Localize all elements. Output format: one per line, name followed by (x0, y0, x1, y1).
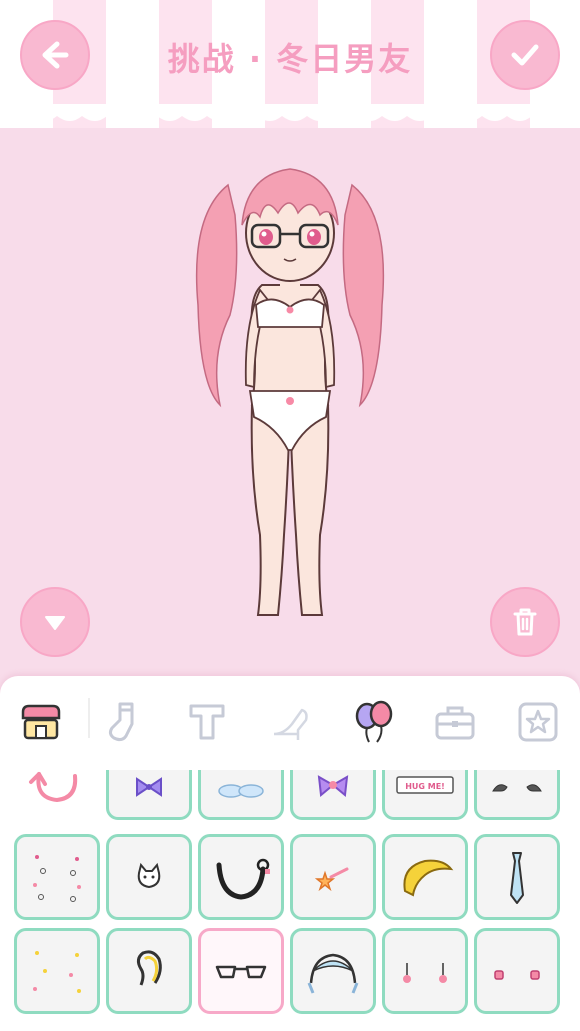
item-banana-clip[interactable] (382, 834, 468, 920)
item-choker[interactable] (198, 834, 284, 920)
item-bat-wings[interactable] (474, 770, 560, 820)
item-twin-hair[interactable] (106, 928, 192, 1014)
category-tabs (0, 676, 580, 768)
item-cat-pin[interactable] (106, 834, 192, 920)
item-sparkles[interactable] (14, 834, 100, 920)
tab-divider (88, 698, 90, 738)
heel-shoe-icon (273, 708, 308, 740)
item-hug-me-sign[interactable]: HUG ME! (382, 770, 468, 820)
checkmark-icon (511, 44, 539, 66)
purple-bow-icon (136, 777, 162, 797)
purple-ribbon-icon (317, 775, 349, 797)
sleeping-bears-icon (218, 784, 264, 798)
tab-shop[interactable] (0, 692, 83, 752)
item-sleeping-bears[interactable] (198, 770, 284, 820)
maid-headband-icon (307, 953, 359, 994)
arrow-left-icon (42, 41, 69, 69)
hug-me-text: HUG ME! (405, 782, 445, 791)
tab-favorites[interactable] (497, 692, 580, 752)
sparkles-icon (33, 855, 81, 902)
back-button[interactable] (20, 20, 90, 90)
pants-icon (189, 704, 225, 740)
confirm-button[interactable] (490, 20, 560, 90)
item-tie[interactable] (474, 834, 560, 920)
item-glasses[interactable] (198, 928, 284, 1014)
item-star-earrings[interactable] (382, 928, 468, 1014)
star-clip-icon (314, 867, 349, 892)
tab-bags[interactable] (414, 692, 497, 752)
twin-hair-icon (136, 950, 162, 986)
item-purple-ribbon[interactable] (290, 770, 376, 820)
tab-pants[interactable] (166, 692, 249, 752)
triangle-down-icon (45, 616, 65, 630)
trash-icon (513, 608, 537, 636)
undo-icon[interactable] (25, 770, 85, 810)
item-maid-headband[interactable] (290, 928, 376, 1014)
item-confetti[interactable] (14, 928, 100, 1014)
character-figure (195, 168, 385, 616)
collapse-button[interactable] (20, 587, 90, 657)
balloon-icon (355, 700, 392, 743)
tab-socks[interactable] (83, 692, 166, 752)
tab-shoes[interactable] (248, 692, 331, 752)
item-purple-bow[interactable] (106, 770, 192, 820)
shop-icon (22, 704, 61, 740)
cat-pin-icon (137, 862, 161, 889)
bag-icon (435, 706, 475, 740)
glasses-icon (215, 965, 267, 979)
confetti-icon (33, 951, 81, 993)
choker-icon (216, 858, 270, 900)
item-cherry-earrings[interactable] (474, 928, 560, 1014)
item-star-clip[interactable] (290, 834, 376, 920)
item-grid: HUG ME! (0, 770, 580, 1031)
cherry-earrings-icon (494, 970, 540, 980)
star-earrings-icon (403, 963, 447, 983)
sock-icon (109, 702, 134, 742)
bat-wings-icon (492, 784, 542, 792)
tie-icon (510, 852, 524, 904)
tab-accessories[interactable] (331, 692, 414, 752)
star-icon (518, 702, 558, 742)
trash-button[interactable] (490, 587, 560, 657)
hug-me-sign-icon: HUG ME! (396, 776, 454, 794)
banana-clip-icon (403, 859, 454, 897)
